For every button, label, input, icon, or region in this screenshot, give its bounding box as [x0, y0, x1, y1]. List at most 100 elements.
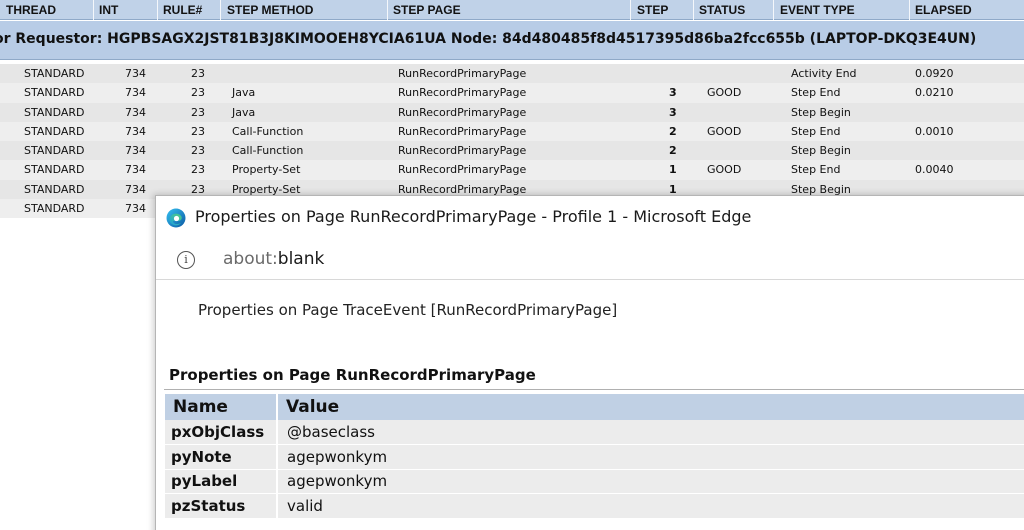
cell-status: GOOD [707, 124, 742, 138]
url-text[interactable]: about:blank [223, 249, 324, 269]
cell-step: 2 [669, 144, 677, 158]
column-header-int[interactable]: INT [99, 3, 118, 17]
table-row: pyLabel agepwonkym [165, 469, 1024, 494]
column-header-elapsed[interactable]: ELAPSED [915, 3, 972, 17]
popup-titlebar[interactable]: Properties on Page RunRecordPrimaryPage … [156, 196, 1024, 238]
cell-event: Step Begin [791, 105, 851, 119]
address-bar[interactable]: i about:blank [156, 238, 1024, 280]
requestor-banner: or Requestor: HGPBSAGX2JST81B3J8KIMOOEH8… [0, 20, 1024, 60]
cell-event: Step End [791, 124, 841, 138]
table-row: pyNote agepwonkym [165, 444, 1024, 470]
cell-rule: 23 [191, 124, 205, 138]
table-row: pzStatus valid [165, 493, 1024, 519]
cell-rule: 23 [191, 86, 205, 100]
table-row[interactable]: STANDARD 734 23 Call-Function RunRecordP… [0, 141, 1024, 161]
cell-page: RunRecordPrimaryPage [398, 67, 527, 80]
cell-int: 734 [125, 202, 146, 216]
cell-method: Call-Function [232, 144, 304, 158]
cell-event: Step Begin [791, 144, 851, 158]
cell-step: 1 [669, 163, 677, 177]
cell-thread: STANDARD [24, 86, 85, 100]
cell-elapsed: 0.0210 [915, 86, 954, 100]
edge-icon [166, 208, 186, 228]
cell-int: 734 [125, 144, 146, 158]
cell-method: Java [232, 105, 256, 119]
properties-popup-window[interactable]: Properties on Page RunRecordPrimaryPage … [155, 195, 1024, 530]
table-row: pxObjClass @baseclass [165, 420, 1024, 445]
property-name: pzStatus [165, 493, 278, 519]
table-row[interactable]: STANDARD 734 23 Call-Function RunRecordP… [0, 121, 1024, 142]
property-value: agepwonkym [277, 444, 1024, 470]
properties-table: Name Value pxObjClass @baseclass pyNote … [165, 394, 1024, 519]
cell-step: 2 [669, 124, 677, 138]
cell-thread: STANDARD [24, 124, 85, 138]
cell-rule: 23 [191, 105, 205, 119]
cell-int: 734 [125, 86, 146, 100]
cell-event: Step End [791, 86, 841, 100]
cell-page: RunRecordPrimaryPage [398, 105, 527, 119]
cell-rule: 23 [191, 163, 205, 177]
cell-rule: 23 [191, 67, 205, 80]
column-header-name: Name [165, 394, 278, 420]
column-header-step-method[interactable]: STEP METHOD [227, 3, 313, 17]
cell-thread: STANDARD [24, 105, 85, 119]
column-header-value: Value [277, 394, 1024, 420]
table-row[interactable]: STANDARD 734 23 RunRecordPrimaryPage Act… [0, 64, 1024, 84]
property-name: pxObjClass [165, 420, 278, 445]
cell-thread: STANDARD [24, 144, 85, 158]
properties-title: Properties on Page RunRecordPrimaryPage [169, 366, 536, 384]
requestor-text: or Requestor: HGPBSAGX2JST81B3J8KIMOOEH8… [0, 31, 977, 47]
trace-table-header: THREAD INT RULE# STEP METHOD STEP PAGE S… [0, 0, 1024, 20]
property-value: agepwonkym [277, 469, 1024, 494]
column-header-step-page[interactable]: STEP PAGE [393, 3, 461, 17]
cell-int: 734 [125, 182, 146, 196]
cell-page: RunRecordPrimaryPage [398, 86, 527, 100]
page-heading: Properties on Page TraceEvent [RunRecord… [198, 301, 618, 319]
cell-int: 734 [125, 124, 146, 138]
cell-thread: STANDARD [24, 163, 85, 177]
table-row[interactable]: STANDARD 734 23 Java RunRecordPrimaryPag… [0, 83, 1024, 103]
cell-status: GOOD [707, 163, 742, 177]
column-header-step[interactable]: STEP [637, 3, 668, 17]
cell-method: Property-Set [232, 182, 301, 196]
table-row[interactable]: STANDARD 734 23 Java RunRecordPrimaryPag… [0, 102, 1024, 122]
column-header-rule[interactable]: RULE# [163, 3, 202, 17]
cell-event: Step End [791, 163, 841, 177]
column-header-event-type[interactable]: EVENT TYPE [780, 3, 855, 17]
properties-header-row: Name Value [165, 394, 1024, 420]
cell-page: RunRecordPrimaryPage [398, 124, 527, 138]
window-title: Properties on Page RunRecordPrimaryPage … [195, 207, 752, 226]
cell-page: RunRecordPrimaryPage [398, 182, 527, 196]
cell-page: RunRecordPrimaryPage [398, 163, 527, 177]
cell-method: Java [232, 86, 256, 100]
cell-status: GOOD [707, 86, 742, 100]
property-value: valid [277, 493, 1024, 519]
cell-elapsed: 0.0040 [915, 163, 954, 177]
cell-step: 1 [669, 182, 677, 196]
cell-step: 3 [669, 86, 677, 100]
cell-rule: 23 [191, 144, 205, 158]
info-icon[interactable]: i [177, 251, 195, 269]
table-row[interactable]: STANDARD 734 23 Property-Set RunRecordPr… [0, 160, 1024, 180]
cell-page: RunRecordPrimaryPage [398, 144, 527, 158]
divider [164, 389, 1024, 390]
url-scheme: about: [223, 249, 278, 269]
cell-method: Call-Function [232, 124, 304, 138]
cell-int: 734 [125, 67, 146, 80]
cell-method: Property-Set [232, 163, 301, 177]
cell-step: 3 [669, 105, 677, 119]
cell-event: Activity End [791, 67, 857, 80]
column-header-status[interactable]: STATUS [699, 3, 745, 17]
property-name: pyNote [165, 444, 278, 470]
cell-thread: STANDARD [24, 202, 85, 216]
cell-elapsed: 0.0010 [915, 124, 954, 138]
cell-thread: STANDARD [24, 182, 85, 196]
cell-elapsed: 0.0920 [915, 67, 954, 80]
cell-rule: 23 [191, 182, 205, 196]
url-host: blank [277, 249, 325, 269]
property-value: @baseclass [277, 420, 1024, 445]
cell-int: 734 [125, 163, 146, 177]
column-header-thread[interactable]: THREAD [6, 3, 56, 17]
property-name: pyLabel [165, 469, 278, 494]
cell-event: Step Begin [791, 182, 851, 196]
